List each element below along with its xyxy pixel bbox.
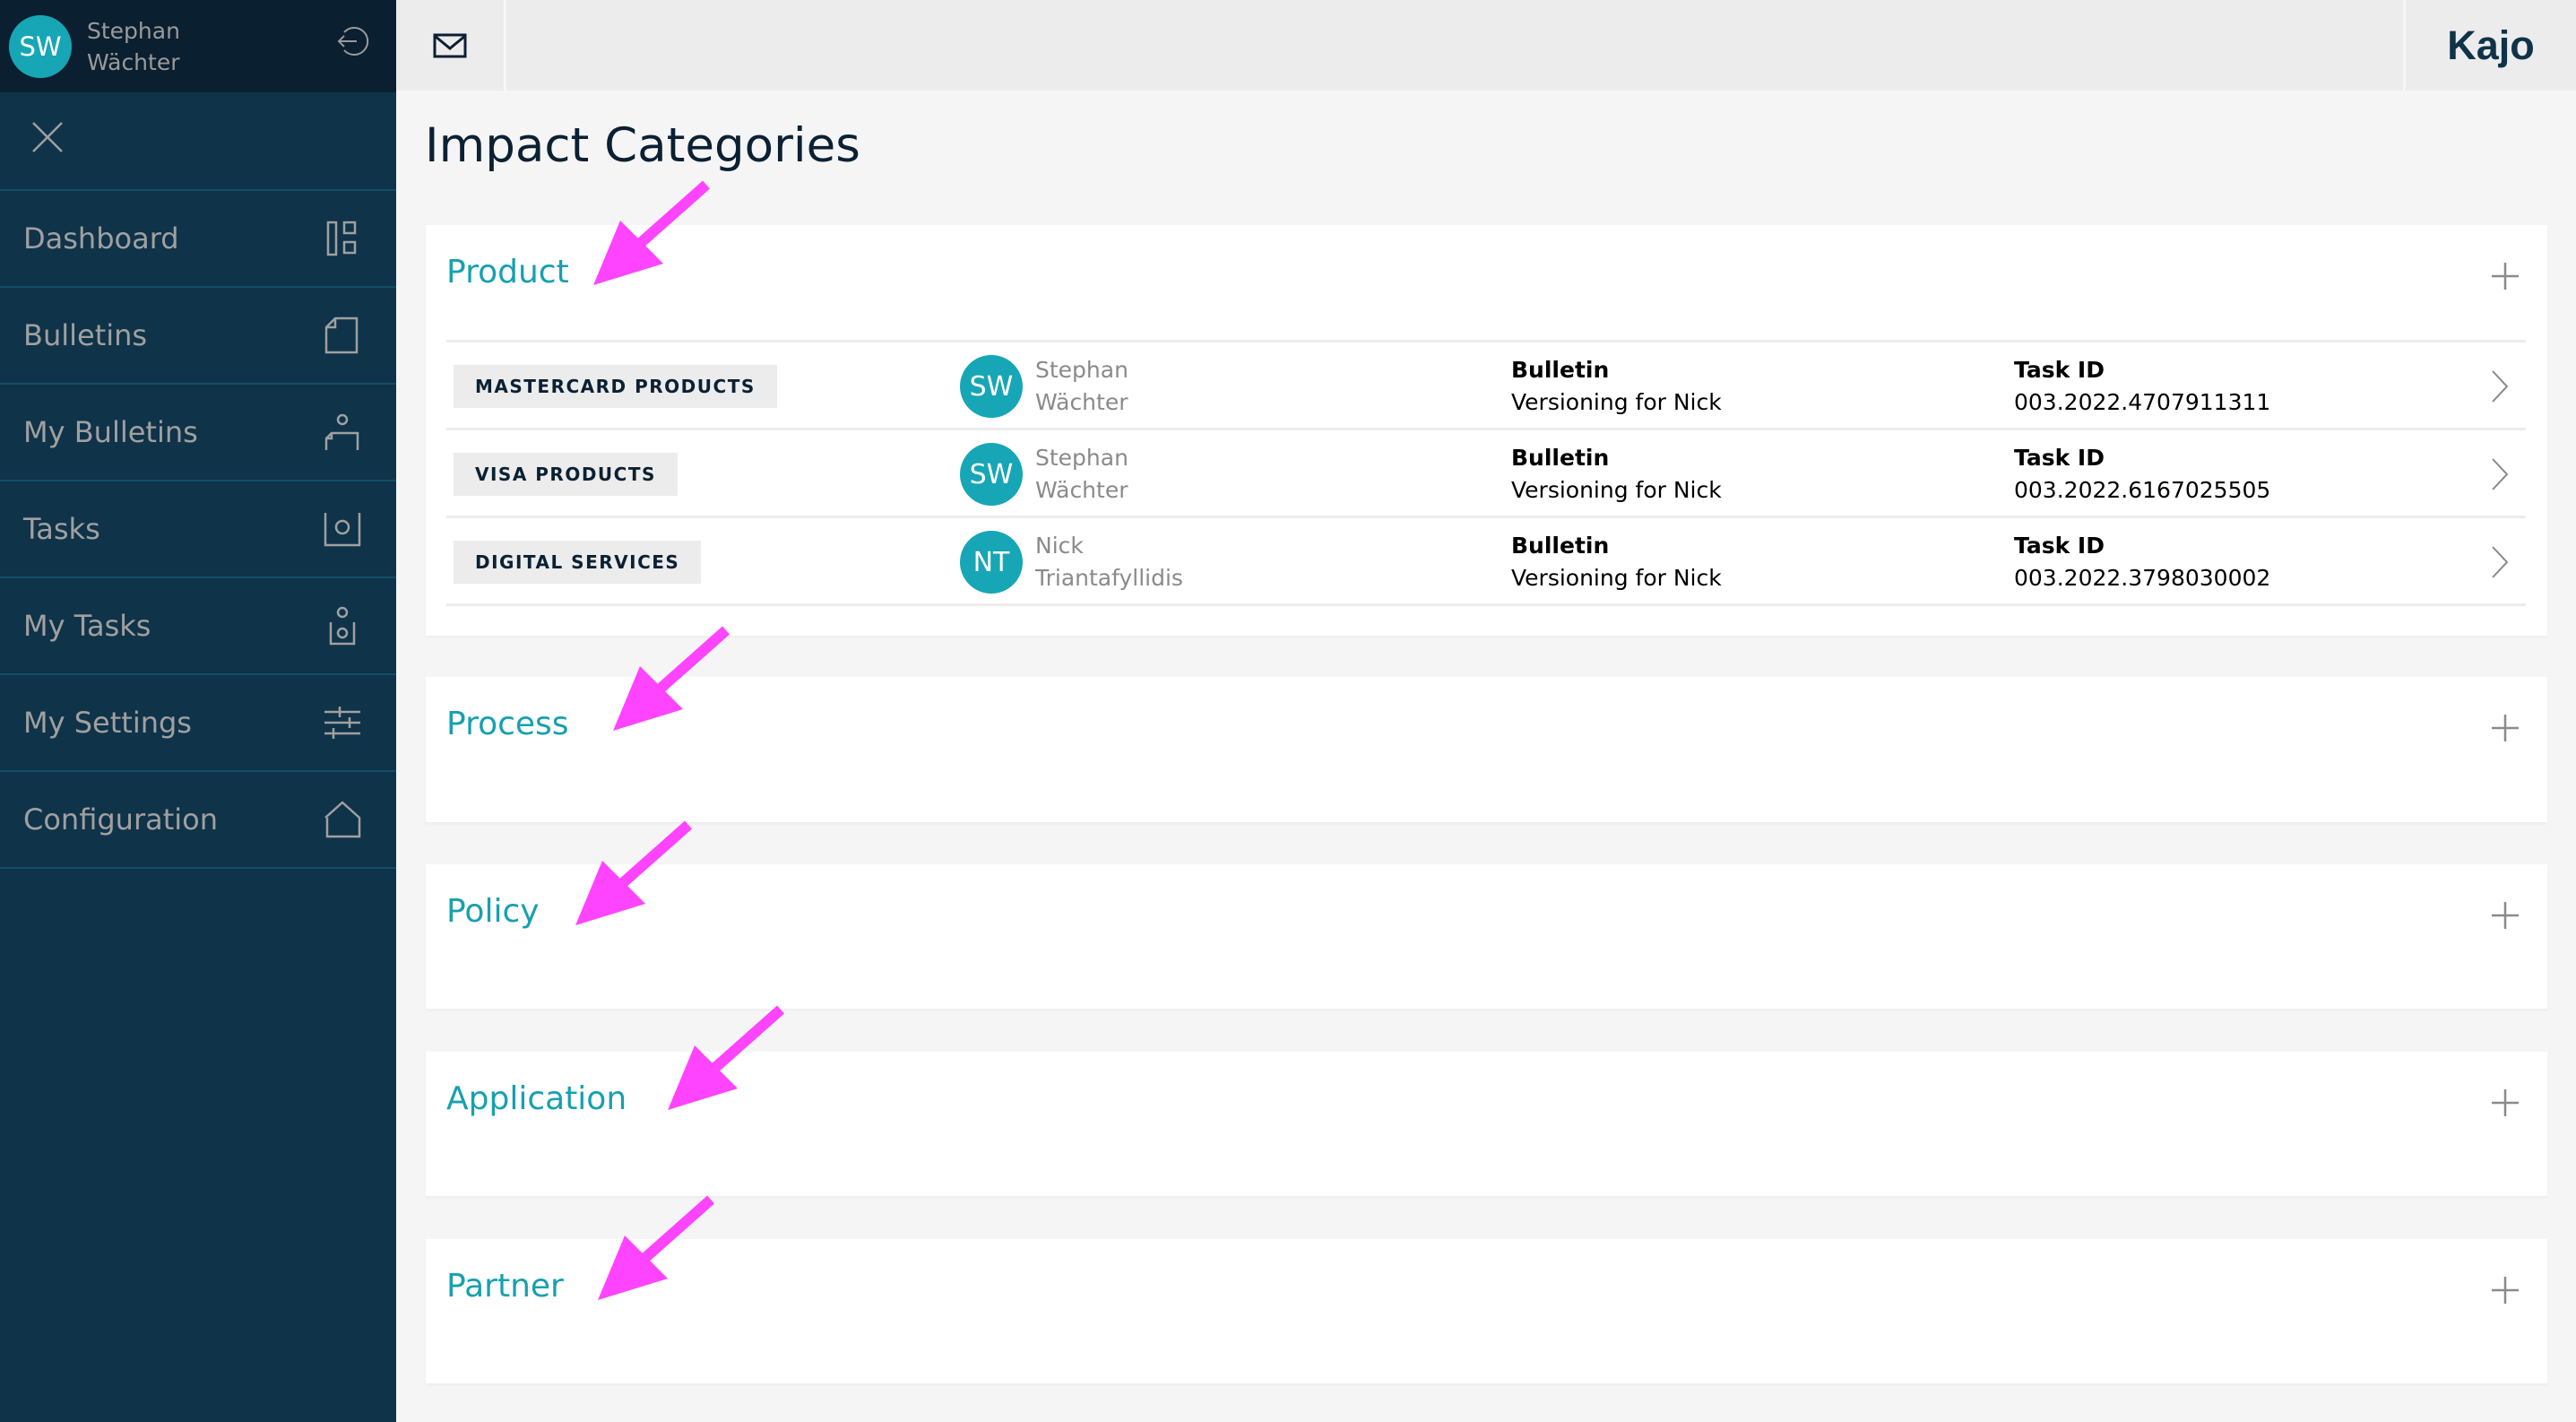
task-id-value: 003.2022.3798030002 (2014, 565, 2271, 591)
sidebar-item-my-tasks[interactable]: My Tasks (0, 578, 396, 675)
expand-plus-icon[interactable] (2490, 1088, 2520, 1118)
assignee-first-name: Stephan (1035, 445, 1128, 471)
sidebar-item-my-bulletins[interactable]: My Bulletins (0, 385, 396, 481)
category-title[interactable]: Partner (446, 1268, 564, 1305)
chevron-right-icon[interactable] (2490, 545, 2510, 579)
sidebar-item-tasks[interactable]: Tasks (0, 481, 396, 578)
document-icon (324, 316, 359, 354)
user-last-name: Wächter (87, 48, 180, 75)
user-avatar[interactable]: SW (9, 14, 72, 78)
chevron-right-icon[interactable] (2490, 457, 2510, 491)
table-row[interactable]: VISA PRODUCTS SW Stephan Wächter Bulleti… (446, 430, 2526, 518)
user-name: Stephan Wächter (87, 15, 180, 78)
category-card-policy: Policy (426, 864, 2547, 1009)
task-column: Task ID 003.2022.4707911311 (2014, 354, 2270, 419)
sidebar-item-bulletins[interactable]: Bulletins (0, 288, 396, 385)
user-first-name: Stephan (87, 17, 180, 44)
dashboard-icon (326, 221, 357, 256)
category-title[interactable]: Application (446, 1080, 627, 1117)
category-title[interactable]: Process (446, 706, 569, 742)
bulletin-value: Versioning for Nick (1511, 565, 1722, 591)
bulletin-label: Bulletin (1511, 357, 1610, 383)
task-id-label: Task ID (2014, 533, 2105, 559)
user-bar: SW Stephan Wächter (0, 0, 396, 92)
sidebar-item-label: My Bulletins (23, 415, 198, 449)
bulletin-label: Bulletin (1511, 445, 1610, 471)
category-tag: VISA PRODUCTS (454, 453, 678, 496)
sliders-icon (324, 707, 360, 739)
category-card-application: Application (426, 1052, 2547, 1196)
sidebar-item-label: Bulletins (23, 318, 148, 352)
expand-plus-icon[interactable] (2490, 1275, 2520, 1305)
home-icon (324, 801, 361, 838)
category-tag: DIGITAL SERVICES (454, 541, 702, 584)
bulletin-column: Bulletin Versioning for Nick (1511, 354, 1722, 419)
task-id-value: 003.2022.6167025505 (2014, 477, 2271, 503)
sidebar: SW Stephan Wächter Dashboard Bulletins M… (0, 0, 396, 1422)
category-card-process: Process (426, 677, 2547, 822)
chevron-right-icon[interactable] (2490, 369, 2510, 403)
category-tag: MASTERCARD PRODUCTS (454, 365, 777, 408)
assignee-name: Stephan Wächter (1035, 442, 1128, 507)
sidebar-item-label: Tasks (23, 512, 100, 546)
user-document-icon (324, 413, 359, 450)
bulletin-value: Versioning for Nick (1511, 389, 1722, 415)
avatar: NT (960, 531, 1023, 594)
task-id-label: Task ID (2014, 445, 2105, 471)
category-card-product: Product MASTERCARD PRODUCTS SW Stephan W… (426, 225, 2547, 636)
task-id-value: 003.2022.4707911311 (2014, 389, 2271, 415)
task-icon (324, 513, 361, 547)
assignee-name: Stephan Wächter (1035, 354, 1128, 419)
assignee-last-name: Triantafyllidis (1035, 565, 1183, 591)
close-icon[interactable] (30, 119, 65, 155)
bulletin-label: Bulletin (1511, 533, 1610, 559)
sidebar-item-label: Configuration (23, 802, 219, 837)
category-card-partner: Partner (426, 1239, 2547, 1383)
task-column: Task ID 003.2022.6167025505 (2014, 442, 2270, 507)
expand-plus-icon[interactable] (2490, 713, 2520, 743)
table-row[interactable]: MASTERCARD PRODUCTS SW Stephan Wächter B… (446, 342, 2526, 430)
mail-icon (433, 33, 467, 57)
task-id-label: Task ID (2014, 357, 2105, 383)
avatar: SW (960, 443, 1023, 506)
sidebar-item-dashboard[interactable]: Dashboard (0, 191, 396, 288)
avatar: SW (960, 355, 1023, 418)
expand-plus-icon[interactable] (2490, 900, 2520, 931)
sidebar-item-configuration[interactable]: Configuration (0, 772, 396, 869)
sidebar-item-label: My Tasks (23, 609, 151, 643)
assignee-first-name: Nick (1035, 533, 1084, 559)
category-title[interactable]: Product (446, 254, 569, 290)
impact-list: MASTERCARD PRODUCTS SW Stephan Wächter B… (446, 340, 2526, 606)
sidebar-item-label: My Settings (23, 706, 192, 740)
sidebar-item-label: Dashboard (23, 221, 179, 256)
expand-plus-icon[interactable] (2490, 261, 2520, 291)
sidebar-item-my-settings[interactable]: My Settings (0, 675, 396, 772)
logout-icon[interactable] (333, 23, 369, 59)
task-column: Task ID 003.2022.3798030002 (2014, 530, 2270, 594)
assignee-last-name: Wächter (1035, 477, 1128, 503)
assignee-name: Nick Triantafyllidis (1035, 530, 1183, 594)
bulletin-column: Bulletin Versioning for Nick (1511, 442, 1722, 507)
page-title: Impact Categories (425, 118, 860, 173)
table-row[interactable]: DIGITAL SERVICES NT Nick Triantafyllidis… (446, 518, 2526, 606)
messages-button[interactable] (396, 0, 506, 91)
user-task-icon (329, 606, 356, 646)
category-title[interactable]: Policy (446, 893, 540, 930)
sidebar-nav: Dashboard Bulletins My Bulletins Tasks M… (0, 191, 396, 869)
bulletin-column: Bulletin Versioning for Nick (1511, 530, 1722, 594)
top-bar: Kajo (396, 0, 2576, 91)
assignee-first-name: Stephan (1035, 357, 1128, 383)
bulletin-value: Versioning for Nick (1511, 477, 1722, 503)
assignee-last-name: Wächter (1035, 389, 1128, 415)
brand-logo[interactable]: Kajo (2403, 0, 2576, 91)
